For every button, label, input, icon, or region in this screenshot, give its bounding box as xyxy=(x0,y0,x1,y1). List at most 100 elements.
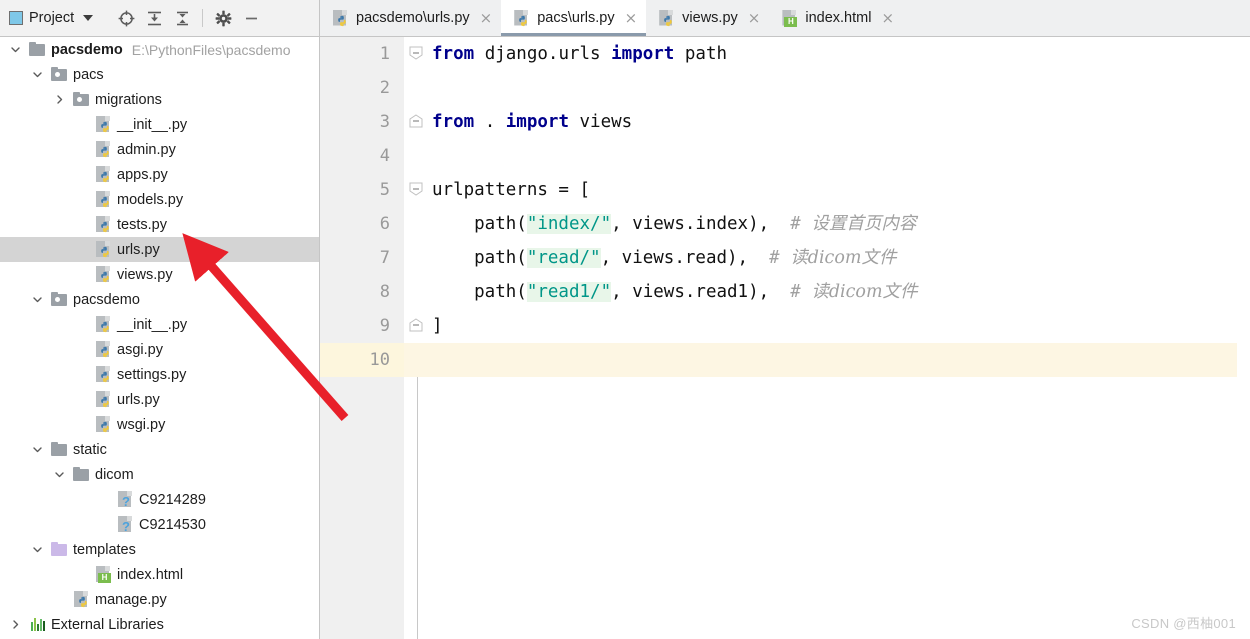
tree-row-label: tests.py xyxy=(117,216,167,233)
code-editor[interactable]: 1 from django.urls import path 2 3 from . im… xyxy=(320,37,1250,639)
editor-line-5[interactable]: 5 urlpatterns = [ xyxy=(320,173,1250,207)
tree-row-0[interactable]: pacsdemo E:\PythonFiles\pacsdemo xyxy=(0,37,319,62)
tree-row-label: models.py xyxy=(117,191,184,208)
editor-line-8[interactable]: 8 path("read1/", views.read1), # 读dicom文… xyxy=(320,275,1250,309)
chevron-down-icon[interactable] xyxy=(83,15,94,21)
python-file-icon xyxy=(95,416,112,433)
tree-row-2[interactable]: migrations xyxy=(0,87,319,112)
tree-toggle-down-icon[interactable] xyxy=(30,294,45,305)
tree-toggle-right-icon[interactable] xyxy=(52,94,67,105)
code-token: path( xyxy=(432,214,527,234)
tree-row-16[interactable]: static xyxy=(0,437,319,462)
tree-row-22[interactable]: manage.py xyxy=(0,587,319,612)
tab-close-icon[interactable]: × xyxy=(625,10,638,26)
code-text[interactable]: path("read1/", views.read1), # 读dicom文件 xyxy=(432,275,1250,309)
code-text[interactable]: from django.urls import path xyxy=(432,37,1250,71)
fold-gutter-cell xyxy=(404,139,432,173)
tab-close-icon[interactable]: × xyxy=(748,10,761,26)
editor-vertical-scrollbar[interactable] xyxy=(1237,37,1250,639)
line-number: 10 xyxy=(320,343,404,377)
fold-marker[interactable] xyxy=(409,317,423,336)
tree-row-label: urls.py xyxy=(117,241,160,258)
folder-icon xyxy=(73,466,90,483)
tree-toggle-down-icon[interactable] xyxy=(30,544,45,555)
external-libraries-icon xyxy=(29,616,46,633)
tree-row-5[interactable]: apps.py xyxy=(0,162,319,187)
tree-row-9[interactable]: views.py xyxy=(0,262,319,287)
fold-marker[interactable] xyxy=(409,181,423,200)
tree-toggle-down-icon[interactable] xyxy=(8,44,23,55)
pycharm-window: Project pacsdemo\urls.py × pacs\urls.py … xyxy=(0,0,1250,639)
tree-row-7[interactable]: tests.py xyxy=(0,212,319,237)
tree-row-19[interactable]: ? C9214530 xyxy=(0,512,319,537)
code-text[interactable] xyxy=(432,343,1250,377)
code-text[interactable]: from . import views xyxy=(432,105,1250,139)
tree-row-3[interactable]: __init__.py xyxy=(0,112,319,137)
tree-row-21[interactable]: Hindex.html xyxy=(0,562,319,587)
tree-row-23[interactable]: External Libraries xyxy=(0,612,319,637)
editor-tab-2[interactable]: views.py × xyxy=(646,0,769,36)
tree-row-15[interactable]: wsgi.py xyxy=(0,412,319,437)
scroll-from-source-icon[interactable] xyxy=(113,5,139,31)
tab-close-icon[interactable]: × xyxy=(480,10,493,26)
tree-row-14[interactable]: urls.py xyxy=(0,387,319,412)
editor-line-7[interactable]: 7 path("read/", views.read), # 读dicom文件 xyxy=(320,241,1250,275)
editor-tab-0[interactable]: pacsdemo\urls.py × xyxy=(320,0,501,36)
editor-line-2[interactable]: 2 xyxy=(320,71,1250,105)
code-text[interactable] xyxy=(432,139,1250,173)
tree-row-label: templates xyxy=(73,541,136,558)
tree-row-18[interactable]: ? C9214289 xyxy=(0,487,319,512)
tree-row-13[interactable]: settings.py xyxy=(0,362,319,387)
settings-gear-icon[interactable] xyxy=(210,5,236,31)
editor-line-4[interactable]: 4 xyxy=(320,139,1250,173)
project-icon xyxy=(9,11,23,25)
tree-row-label: static xyxy=(73,441,107,458)
tree-row-11[interactable]: __init__.py xyxy=(0,312,319,337)
tree-toggle-right-icon[interactable] xyxy=(8,619,23,630)
code-text[interactable]: path("index/", views.index), # 设置首页内容 xyxy=(432,207,1250,241)
tree-row-label: pacsdemo xyxy=(73,291,140,308)
tree-toggle-down-icon[interactable] xyxy=(30,444,45,455)
fold-marker[interactable] xyxy=(409,113,423,132)
tab-close-icon[interactable]: × xyxy=(881,10,894,26)
tree-toggle-down-icon[interactable] xyxy=(52,469,67,480)
tree-row-17[interactable]: dicom xyxy=(0,462,319,487)
fold-marker[interactable] xyxy=(409,45,423,64)
editor-line-9[interactable]: 9] xyxy=(320,309,1250,343)
tree-row-12[interactable]: asgi.py xyxy=(0,337,319,362)
tree-row-10[interactable]: pacsdemo xyxy=(0,287,319,312)
collapse-all-icon[interactable] xyxy=(169,5,195,31)
tree-row-label: settings.py xyxy=(117,366,187,383)
editor-line-6[interactable]: 6 path("index/", views.index), # 设置首页内容 xyxy=(320,207,1250,241)
code-token: 读dicom文件 xyxy=(811,282,918,302)
tree-row-label: pacs xyxy=(73,66,104,83)
editor-line-10[interactable]: 10 xyxy=(320,343,1250,377)
project-view-selector[interactable]: Project xyxy=(9,10,94,26)
editor-tab-1[interactable]: pacs\urls.py × xyxy=(501,0,647,36)
code-text[interactable]: path("read/", views.read), # 读dicom文件 xyxy=(432,241,1250,275)
code-token: 设置首页内容 xyxy=(811,214,917,234)
python-file-icon xyxy=(95,166,112,183)
tree-row-6[interactable]: models.py xyxy=(0,187,319,212)
hide-panel-icon[interactable] xyxy=(238,5,264,31)
editor-line-3[interactable]: 3 from . import views xyxy=(320,105,1250,139)
html-file-icon: H xyxy=(95,566,112,583)
tree-row-label: urls.py xyxy=(117,391,160,408)
tree-row-8[interactable]: urls.py xyxy=(0,237,319,262)
code-text[interactable] xyxy=(432,71,1250,105)
tree-row-1[interactable]: pacs xyxy=(0,62,319,87)
tree-toggle-down-icon[interactable] xyxy=(30,69,45,80)
project-tree[interactable]: pacsdemo E:\PythonFiles\pacsdemo pacs migra… xyxy=(0,37,320,639)
code-text[interactable]: urlpatterns = [ xyxy=(432,173,1250,207)
expand-all-icon[interactable] xyxy=(141,5,167,31)
editor-line-1[interactable]: 1 from django.urls import path xyxy=(320,37,1250,71)
code-token: import xyxy=(505,112,569,132)
editor-tab-3[interactable]: Hindex.html × xyxy=(769,0,903,36)
tree-row-4[interactable]: admin.py xyxy=(0,137,319,162)
code-text[interactable]: ] xyxy=(432,309,1250,343)
editor-tab-strip: pacsdemo\urls.py × pacs\urls.py × views.py × H… xyxy=(320,0,1250,37)
tree-row-20[interactable]: templates xyxy=(0,537,319,562)
line-number: 7 xyxy=(379,248,390,268)
python-file-icon xyxy=(95,141,112,158)
tree-row-label: C9214530 xyxy=(139,516,206,533)
